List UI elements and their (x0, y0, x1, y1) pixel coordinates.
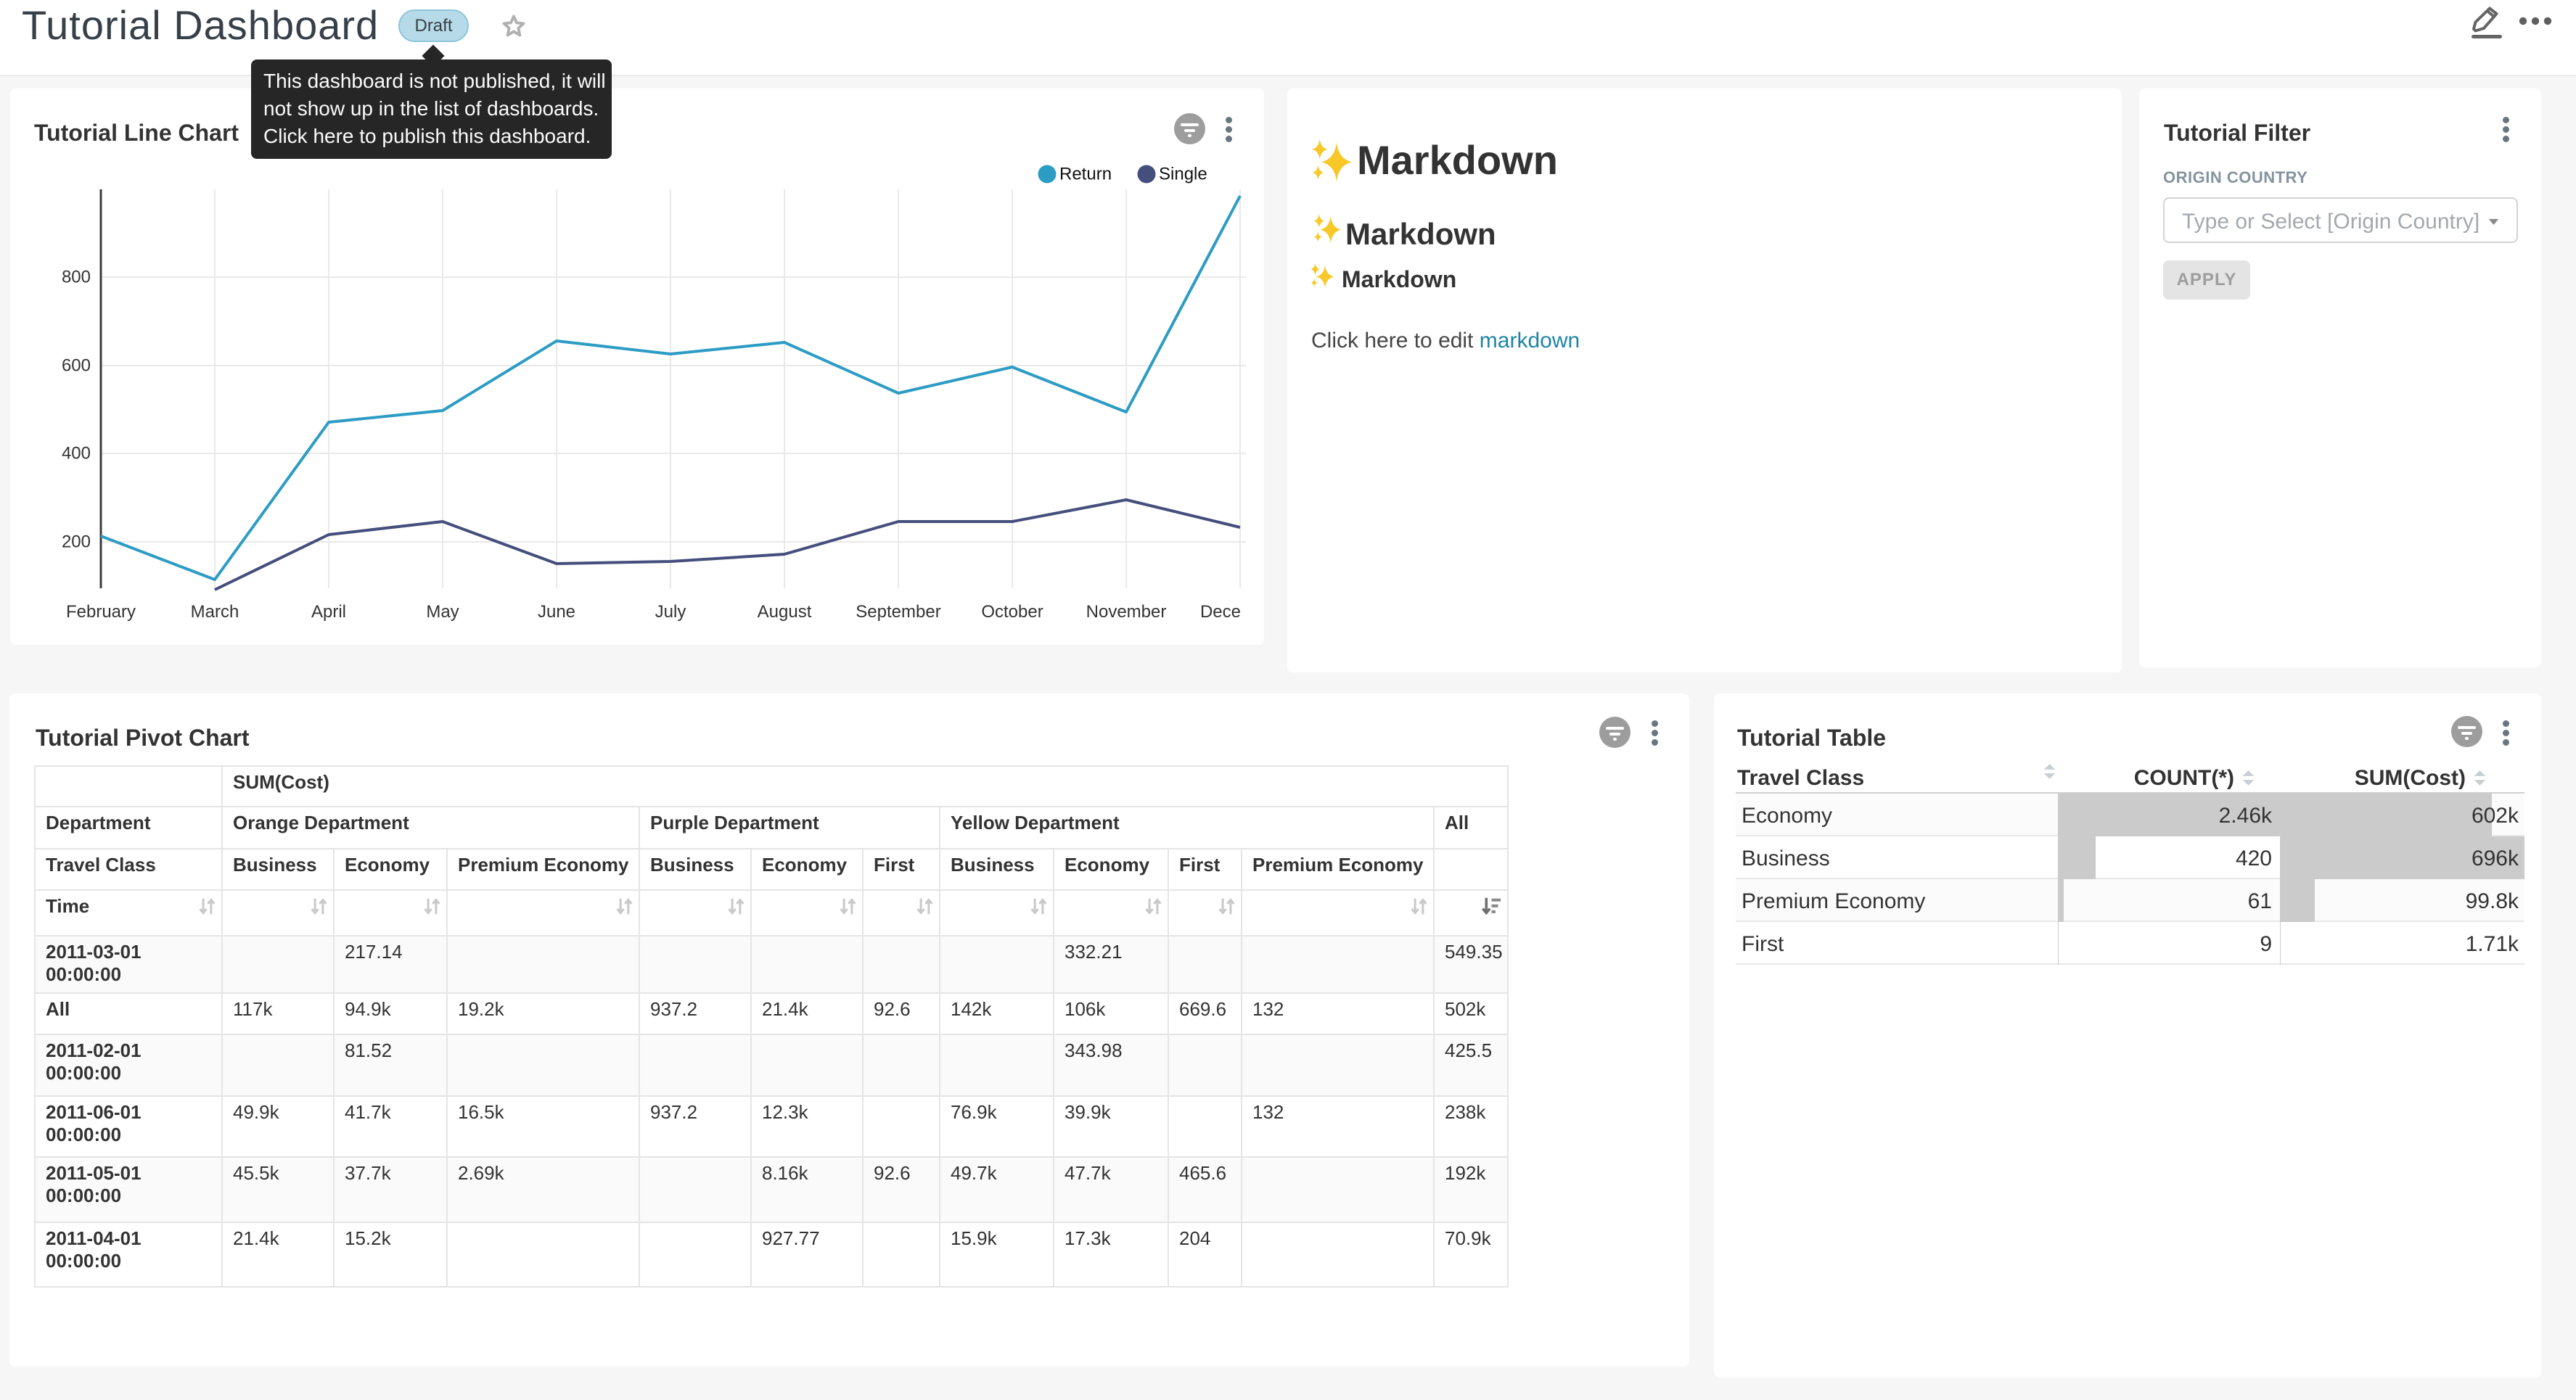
svg-text:April: April (311, 602, 346, 622)
svg-text:August: August (758, 602, 812, 622)
svg-text:Single: Single (1159, 165, 1207, 184)
svg-text:800: 800 (62, 268, 91, 287)
svg-text:November: November (1086, 602, 1167, 622)
svg-text:September: September (856, 602, 940, 622)
svg-text:400: 400 (62, 444, 91, 464)
svg-text:Return: Return (1059, 165, 1112, 184)
svg-text:March: March (191, 602, 239, 622)
svg-text:Dece: Dece (1200, 602, 1241, 622)
svg-text:June: June (538, 602, 575, 622)
svg-text:July: July (655, 602, 686, 622)
svg-text:600: 600 (62, 356, 91, 376)
svg-text:200: 200 (62, 532, 91, 552)
svg-text:May: May (426, 602, 459, 622)
svg-text:February: February (66, 602, 136, 622)
svg-text:October: October (981, 602, 1043, 622)
